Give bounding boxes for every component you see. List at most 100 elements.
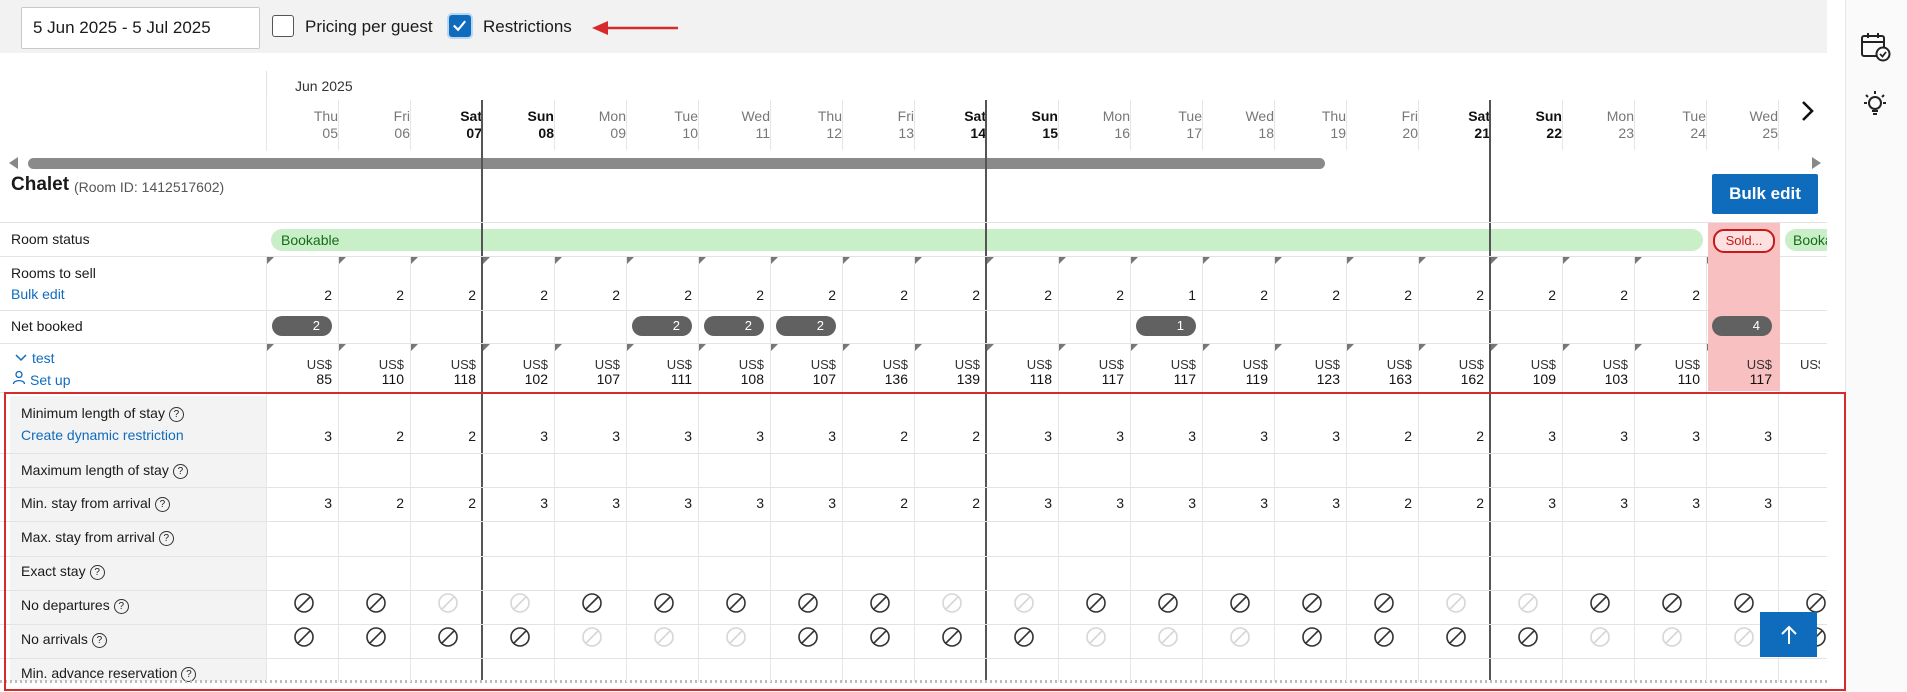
day-of-week: Sat — [964, 108, 986, 124]
cell-corner-marker — [555, 344, 562, 351]
price-cell[interactable]: US$ 136 — [842, 357, 908, 387]
price-cell[interactable]: US$ 110 — [1634, 357, 1700, 387]
day-header: Sat 07 — [410, 108, 482, 142]
status-bookable-partial[interactable]: Booka — [1785, 229, 1827, 251]
day-of-week: Fri — [393, 108, 410, 124]
rooms-to-sell-cell[interactable]: 2 — [914, 287, 980, 303]
lightbulb-icon[interactable] — [1861, 90, 1889, 120]
rooms-to-sell-label: Rooms to sell — [11, 265, 96, 281]
rooms-to-sell-cell[interactable]: 2 — [482, 287, 548, 303]
price-cell[interactable]: US$ 118 — [410, 357, 476, 387]
calendar-check-icon[interactable] — [1859, 30, 1891, 62]
price-value: 136 — [884, 371, 908, 387]
rooms-to-sell-cell[interactable]: 2 — [1274, 287, 1340, 303]
rate-plan-name[interactable]: test — [32, 350, 55, 366]
rooms-to-sell-cell[interactable]: 2 — [554, 287, 620, 303]
price-cell[interactable]: US$ 108 — [698, 357, 764, 387]
pricing-per-guest-checkbox[interactable] — [272, 15, 294, 37]
price-cell[interactable]: US$ 162 — [1418, 357, 1484, 387]
rooms-to-sell-cell[interactable]: 1 — [1130, 287, 1196, 303]
restrictions-label[interactable]: Restrictions — [483, 17, 572, 37]
price-currency: US$ — [954, 357, 980, 372]
rooms-to-sell-cell[interactable]: 2 — [1562, 287, 1628, 303]
chevron-right-icon[interactable] — [1797, 99, 1817, 123]
rooms-to-sell-cell[interactable]: 2 — [698, 287, 764, 303]
price-value: 123 — [1316, 371, 1340, 387]
scrollbar-thumb[interactable] — [28, 158, 1325, 169]
rooms-to-sell-cell[interactable]: 2 — [1418, 287, 1484, 303]
day-of-week: Sat — [1468, 108, 1490, 124]
cell-corner-marker — [987, 257, 994, 264]
column-divider — [770, 100, 771, 150]
price-value: 109 — [1532, 371, 1556, 387]
price-cell[interactable]: US$ 163 — [1346, 357, 1412, 387]
rooms-to-sell-cell[interactable]: 2 — [842, 287, 908, 303]
price-cell[interactable]: US$ 119 — [1202, 357, 1268, 387]
price-cell[interactable]: US$ 117 — [1058, 357, 1124, 387]
net-booked-pill[interactable]: 2 — [272, 316, 332, 336]
scroll-to-top-button[interactable] — [1760, 612, 1817, 657]
price-cell[interactable]: US$ 117 — [1130, 357, 1196, 387]
day-header: Mon 09 — [554, 108, 626, 142]
rooms-to-sell-cell[interactable]: 2 — [1490, 287, 1556, 303]
day-of-week: Thu — [313, 108, 338, 124]
cell-corner-marker — [1491, 257, 1498, 264]
column-divider — [698, 100, 699, 150]
status-sold-pill[interactable]: Sold... — [1713, 229, 1775, 253]
day-header: Mon 23 — [1562, 108, 1634, 142]
restrictions-checkbox[interactable] — [449, 15, 471, 37]
price-cell[interactable]: US$ 109 — [1490, 357, 1556, 387]
price-cell[interactable]: US$ 111 — [626, 357, 692, 387]
rooms-to-sell-cell[interactable]: 2 — [1346, 287, 1412, 303]
price-cell[interactable]: US$ 107 — [554, 357, 620, 387]
day-date: 13 — [898, 125, 914, 141]
price-value: 110 — [1677, 371, 1700, 387]
rooms-to-sell-cell[interactable]: 2 — [338, 287, 404, 303]
rooms-to-sell-cell[interactable]: 2 — [410, 287, 476, 303]
date-range-input[interactable]: 5 Jun 2025 - 5 Jul 2025 — [21, 7, 260, 49]
price-cell[interactable]: US$ 85 — [266, 357, 332, 387]
day-header: Sat 14 — [914, 108, 986, 142]
net-booked-pill[interactable]: 2 — [776, 316, 836, 336]
rate-setup-link[interactable]: Set up — [30, 372, 70, 388]
price-currency: US$ — [450, 357, 476, 372]
scroll-right-icon[interactable] — [1810, 156, 1822, 170]
price-cell[interactable]: US$ 139 — [914, 357, 980, 387]
rooms-to-sell-cell[interactable]: 2 — [1634, 287, 1700, 303]
price-cell-partial[interactable]: US$ 1 — [1778, 357, 1820, 372]
price-cell[interactable]: US$ 107 — [770, 357, 836, 387]
price-cell[interactable]: US$ 102 — [482, 357, 548, 387]
cell-corner-marker — [1635, 344, 1642, 351]
cell-corner-marker — [411, 344, 418, 351]
rooms-bulk-edit-link[interactable]: Bulk edit — [11, 286, 65, 302]
price-cell[interactable]: US$ 117 — [1706, 357, 1772, 387]
net-booked-pill[interactable]: 2 — [632, 316, 692, 336]
price-cell[interactable]: US$ 103 — [1562, 357, 1628, 387]
rooms-to-sell-cell[interactable]: 2 — [1202, 287, 1268, 303]
scroll-left-icon[interactable] — [8, 156, 20, 170]
rooms-to-sell-cell[interactable]: 2 — [986, 287, 1052, 303]
rooms-to-sell-cell[interactable]: 2 — [266, 287, 332, 303]
net-booked-pill[interactable]: 4 — [1712, 316, 1772, 336]
day-date: 09 — [610, 125, 626, 141]
price-cell[interactable]: US$ 118 — [986, 357, 1052, 387]
day-header: Sun 22 — [1490, 108, 1562, 142]
column-divider — [626, 100, 627, 150]
rooms-to-sell-cell[interactable]: 2 — [626, 287, 692, 303]
status-bookable-text: Bookable — [281, 232, 340, 248]
pricing-per-guest-label[interactable]: Pricing per guest — [305, 17, 433, 37]
price-value: 118 — [1029, 371, 1052, 387]
net-booked-pill[interactable]: 1 — [1136, 316, 1196, 336]
price-value: 85 — [316, 371, 332, 387]
price-cell[interactable]: US$ 123 — [1274, 357, 1340, 387]
price-cell[interactable]: US$ 110 — [338, 357, 404, 387]
room-id: (Room ID: 1412517602) — [74, 179, 225, 195]
chevron-down-icon[interactable] — [15, 353, 27, 363]
cell-corner-marker — [1059, 344, 1066, 351]
net-booked-pill[interactable]: 2 — [704, 316, 764, 336]
day-header: Sun 08 — [482, 108, 554, 142]
bulk-edit-button[interactable]: Bulk edit — [1712, 174, 1818, 214]
price-currency: US$ — [810, 357, 836, 372]
rooms-to-sell-cell[interactable]: 2 — [770, 287, 836, 303]
rooms-to-sell-cell[interactable]: 2 — [1058, 287, 1124, 303]
